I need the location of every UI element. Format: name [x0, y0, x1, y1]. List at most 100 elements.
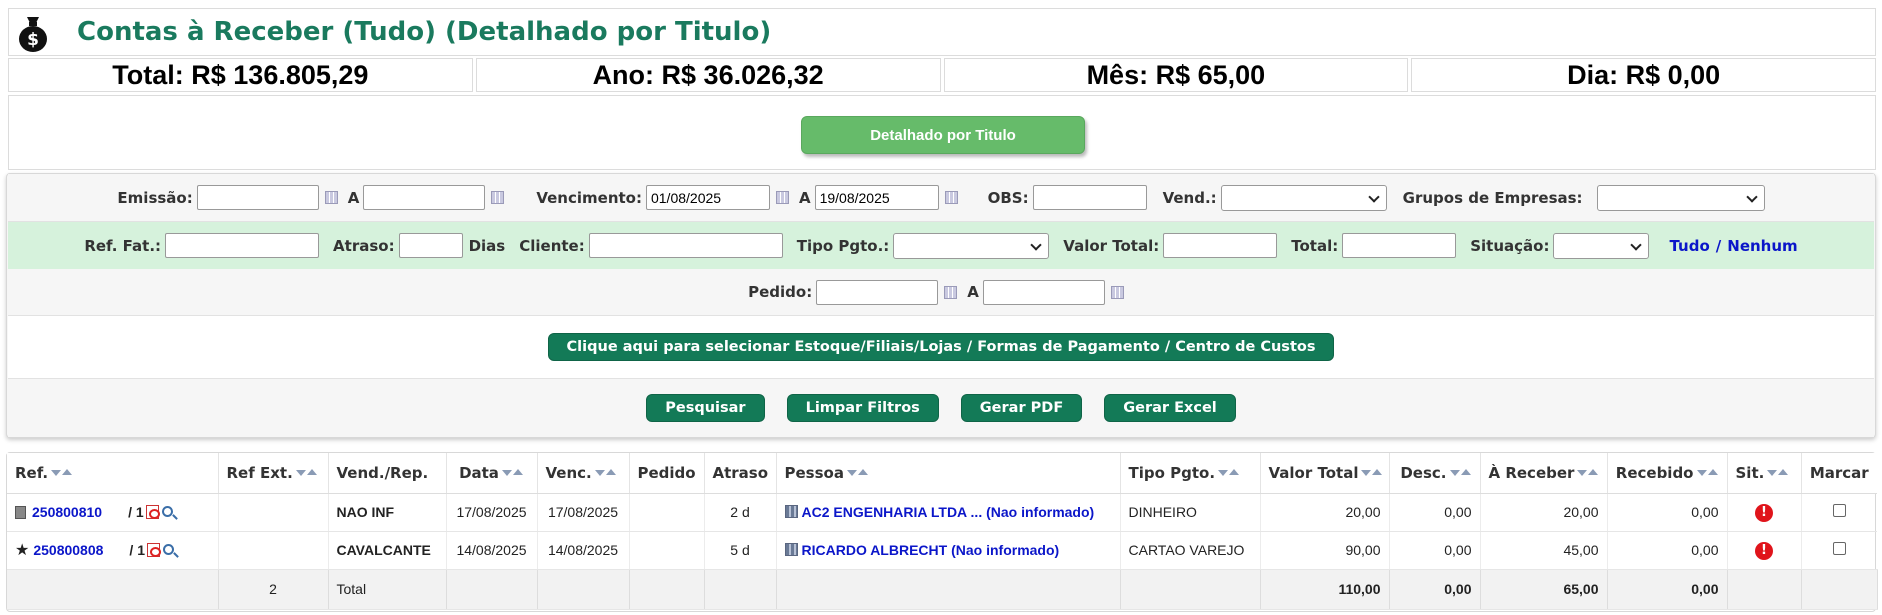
cliente-input[interactable] — [588, 233, 783, 258]
emissao-from-input[interactable] — [196, 185, 319, 210]
atraso-input[interactable] — [398, 233, 463, 258]
cell-sit: ! — [1727, 493, 1802, 532]
calendar-icon[interactable] — [491, 191, 505, 204]
nenhum-link[interactable]: Nenhum — [1727, 237, 1797, 255]
pessoa-link[interactable]: AC2 ENGENHARIA LTDA ... (Nao informado) — [802, 504, 1095, 520]
calendar-icon[interactable] — [775, 191, 789, 204]
total-valor-total: 110,00 — [1260, 569, 1390, 610]
marcar-checkbox[interactable] — [1832, 542, 1846, 555]
sort-icon[interactable] — [501, 468, 524, 478]
col-ref-ext[interactable]: Ref Ext. — [218, 453, 329, 494]
cell-marcar — [1801, 531, 1877, 570]
col-data[interactable]: Data — [446, 453, 538, 494]
separator-slash: / — [1715, 236, 1722, 255]
sort-icon[interactable] — [594, 468, 617, 478]
ref-link[interactable]: 250800810 — [32, 504, 102, 520]
alert-icon: ! — [1755, 541, 1773, 560]
magnifier-icon[interactable] — [161, 506, 173, 517]
cell-data: 14/08/2025 — [446, 531, 538, 570]
ref-fat-input[interactable] — [165, 233, 320, 258]
gerar-pdf-button[interactable]: Gerar PDF — [960, 394, 1083, 422]
cell-recebido: 0,00 — [1607, 493, 1728, 532]
calendar-icon[interactable] — [1110, 285, 1124, 299]
limpar-filtros-button[interactable]: Limpar Filtros — [786, 394, 939, 422]
parcela: / 1 — [129, 542, 145, 558]
calendar-icon[interactable] — [944, 285, 958, 299]
calendar-icon[interactable] — [324, 191, 338, 204]
cell-data: 17/08/2025 — [446, 493, 538, 532]
pdf-icon[interactable] — [145, 505, 160, 519]
year-amount: Ano: R$ 36.026,32 — [475, 58, 941, 92]
total-input[interactable] — [1342, 233, 1457, 258]
col-tipo-pgto[interactable]: Tipo Pgto. — [1120, 453, 1261, 494]
pdf-icon[interactable] — [147, 543, 161, 557]
vencimento-from-input[interactable] — [645, 185, 770, 210]
col-valor-total[interactable]: Valor Total — [1260, 453, 1390, 494]
filter-row-dates: Emissão: A Vencimento: A OBS: Vend.: Gru… — [8, 174, 1874, 222]
pessoa-link[interactable]: RICARDO ALBRECHT (Nao informado) — [802, 542, 1060, 558]
table-total-row: 2 Total 110,00 0,00 65,00 0,00 — [7, 569, 1878, 610]
tudo-link[interactable]: Tudo — [1669, 237, 1709, 255]
magnifier-icon[interactable] — [163, 544, 174, 555]
col-vend: Vend./Rep. — [328, 453, 447, 494]
ref-link[interactable]: 250800808 — [33, 542, 103, 558]
sort-icon[interactable] — [51, 468, 73, 478]
pedido-from-input[interactable] — [816, 279, 939, 305]
alert-icon: ! — [1755, 503, 1773, 522]
tipo-pgto-label: Tipo Pgto.: — [796, 236, 890, 255]
col-venc[interactable]: Venc. — [537, 453, 630, 494]
sort-icon[interactable] — [846, 468, 869, 478]
sort-icon[interactable] — [1696, 468, 1719, 478]
star-icon: ★ — [15, 542, 30, 559]
sort-icon[interactable] — [1449, 468, 1472, 478]
person-card-icon — [784, 505, 798, 518]
ref-fat-label: Ref. Fat.: — [84, 236, 162, 255]
valor-total-input[interactable] — [1163, 233, 1278, 258]
sort-icon[interactable] — [1361, 468, 1383, 478]
grupos-empresas-select[interactable] — [1596, 184, 1765, 211]
cell-sit: ! — [1727, 531, 1802, 570]
col-recebido[interactable]: Recebido — [1607, 453, 1728, 494]
total-cell-empty — [7, 569, 219, 610]
tipo-pgto-select[interactable] — [893, 232, 1050, 259]
cell-desc: 0,00 — [1389, 531, 1481, 570]
cell-marcar — [1801, 493, 1877, 532]
obs-input[interactable] — [1032, 185, 1147, 210]
col-a-receber[interactable]: À Receber — [1480, 453, 1608, 494]
col-desc[interactable]: Desc. — [1389, 453, 1481, 494]
col-sit[interactable]: Sit. — [1727, 453, 1802, 494]
vencimento-to-input[interactable] — [814, 185, 939, 210]
emissao-to-input[interactable] — [363, 185, 486, 210]
detalhado-por-titulo-button[interactable]: Detalhado por Titulo — [801, 116, 1085, 154]
situacao-select[interactable] — [1553, 232, 1650, 259]
gerar-excel-button[interactable]: Gerar Excel — [1104, 394, 1236, 422]
pesquisar-button[interactable]: Pesquisar — [646, 394, 765, 422]
sort-icon[interactable] — [295, 468, 318, 478]
col-ref[interactable]: Ref. — [7, 453, 219, 494]
calendar-icon[interactable] — [944, 191, 958, 204]
cell-vend: NAO INF — [328, 493, 447, 532]
svg-text:$: $ — [27, 30, 39, 50]
valor-total-label: Valor Total: — [1063, 236, 1160, 255]
cell-a-receber: 20,00 — [1480, 493, 1608, 532]
total-recebido: 0,00 — [1607, 569, 1728, 610]
pedido-label: Pedido: — [748, 283, 813, 301]
sort-icon[interactable] — [1767, 468, 1789, 478]
total-a-receber: 65,00 — [1480, 569, 1608, 610]
cell-atraso: 5 d — [704, 531, 777, 570]
situacao-label: Situação: — [1470, 236, 1550, 255]
marcar-checkbox[interactable] — [1832, 504, 1846, 517]
cell-valor-total: 20,00 — [1260, 493, 1390, 532]
table-row: 250800810 / 1 NAO INF 17/08/2025 17/08/20… — [7, 493, 1877, 532]
vendedor-select[interactable] — [1220, 184, 1387, 211]
filter-panel: Emissão: A Vencimento: A OBS: Vend.: Gru… — [6, 173, 1876, 438]
emissao-label: Emissão: — [117, 188, 193, 207]
col-pedido: Pedido — [629, 453, 705, 494]
pedido-to-input[interactable] — [982, 279, 1105, 305]
sort-icon[interactable] — [1218, 468, 1240, 478]
cell-venc: 14/08/2025 — [537, 531, 630, 570]
col-pessoa[interactable]: Pessoa — [776, 453, 1121, 494]
select-estoque-filiais-button[interactable]: Clique aqui para selecionar Estoque/Fili… — [547, 333, 1335, 361]
page-header: $ Contas à Receber (Tudo) (Detalhado por… — [8, 8, 1876, 56]
sort-icon[interactable] — [1577, 468, 1599, 478]
